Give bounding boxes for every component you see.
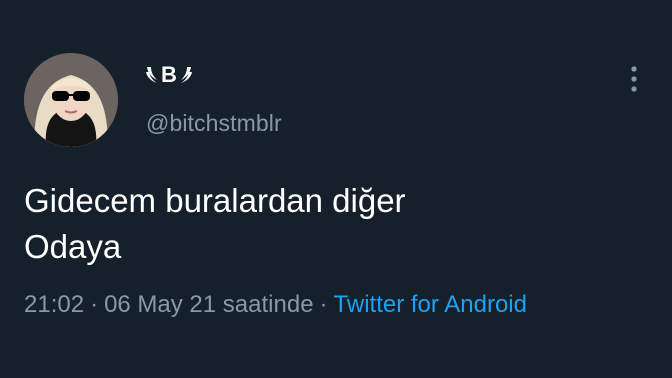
tweet-date[interactable]: 06 May 21 saatinde: [104, 291, 313, 318]
meta-separator: ·: [90, 291, 99, 318]
vertical-ellipsis-icon: [631, 66, 637, 92]
tweet-meta: 21:02 · 06 May 21 saatinde · Twitter for And…: [24, 291, 527, 319]
display-name-letter: B: [161, 62, 177, 87]
avatar-photo-icon: [24, 53, 118, 147]
display-name[interactable]: B: [145, 60, 193, 90]
tweet-time[interactable]: 21:02: [24, 291, 84, 318]
tweet-card: B @bitchstmblr Gidecem buralardan diğer …: [0, 0, 672, 378]
tweet-source-link[interactable]: Twitter for Android: [334, 291, 527, 318]
avatar[interactable]: [24, 53, 118, 147]
right-wing-icon: [179, 64, 193, 86]
meta-separator: ·: [319, 291, 328, 318]
tweet-text: Gidecem buralardan diğer Odaya: [24, 182, 406, 265]
user-handle[interactable]: @bitchstmblr: [146, 110, 282, 137]
left-wing-icon: [145, 64, 159, 86]
more-options-button[interactable]: [622, 62, 646, 96]
